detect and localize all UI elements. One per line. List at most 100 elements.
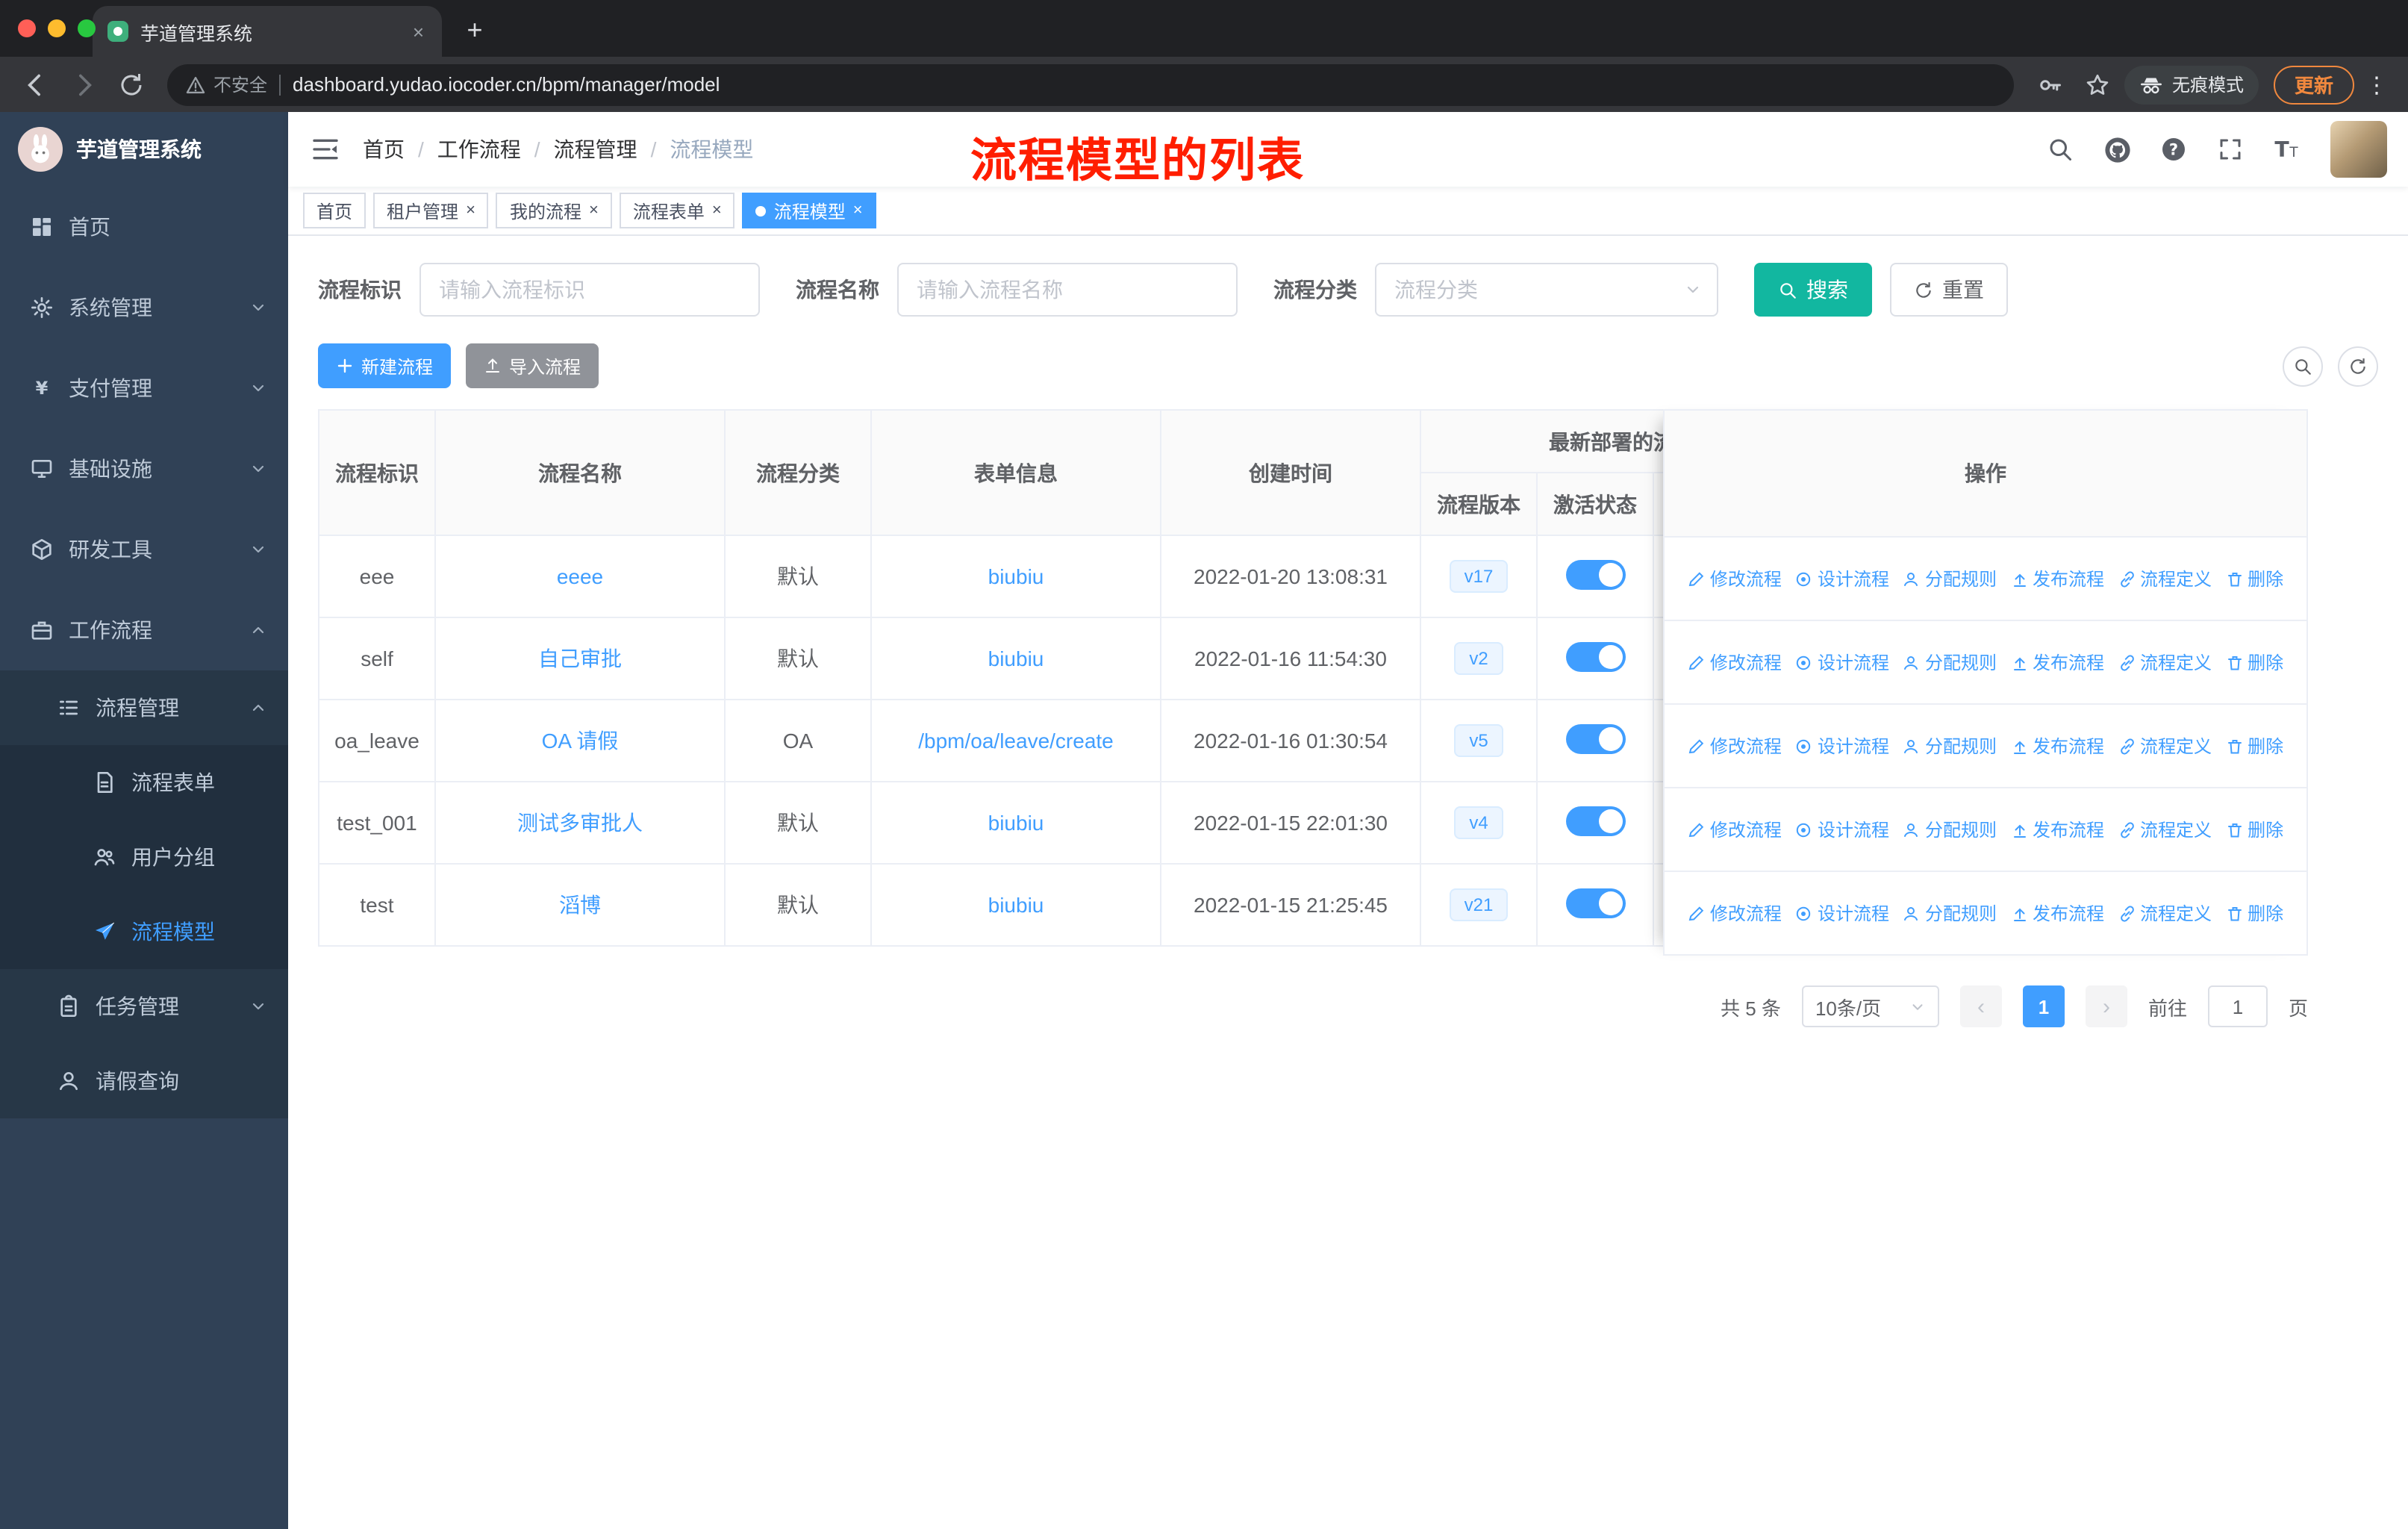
assign-rule-link[interactable]: 分配规则 — [1903, 733, 1997, 759]
reload-button[interactable] — [110, 63, 152, 105]
category-select[interactable]: 流程分类 — [1375, 263, 1718, 317]
avatar[interactable] — [2330, 121, 2387, 178]
form-info-link[interactable]: biubiu — [988, 893, 1044, 917]
bookmark-star-icon[interactable] — [2077, 63, 2118, 105]
model-name-link[interactable]: 测试多审批人 — [517, 811, 643, 835]
delete-link[interactable]: 删除 — [2225, 733, 2283, 759]
address-bar[interactable]: 不安全 dashboard.yudao.iocoder.cn/bpm/manag… — [167, 63, 2014, 105]
password-key-icon[interactable] — [2029, 63, 2071, 105]
sidebar-item-task-management[interactable]: 任务管理 — [0, 969, 288, 1044]
flow-definition-link[interactable]: 流程定义 — [2118, 566, 2212, 591]
sidebar-item-system[interactable]: 系统管理 — [0, 267, 288, 348]
delete-link[interactable]: 删除 — [2225, 650, 2283, 675]
design-flow-link[interactable]: 设计流程 — [1795, 650, 1889, 675]
page-size-select[interactable]: 10条/页 — [1801, 985, 1939, 1027]
help-icon[interactable] — [2151, 124, 2196, 175]
edit-flow-link[interactable]: 修改流程 — [1688, 817, 1782, 842]
toggle-search-button[interactable] — [2283, 346, 2323, 386]
sidebar-item-user-group[interactable]: 用户分组 — [0, 820, 288, 894]
tag-process-form[interactable]: 流程表单 × — [619, 193, 735, 228]
publish-flow-link[interactable]: 发布流程 — [2010, 566, 2104, 591]
tag-close-icon[interactable]: × — [712, 202, 722, 219]
new-tab-button[interactable]: + — [454, 9, 496, 51]
sidebar-item-leave-query[interactable]: 请假查询 — [0, 1044, 288, 1118]
delete-link[interactable]: 删除 — [2225, 566, 2283, 591]
design-flow-link[interactable]: 设计流程 — [1795, 817, 1889, 842]
current-page-button[interactable]: 1 — [2022, 985, 2065, 1027]
window-close-button[interactable] — [18, 19, 36, 37]
sidebar-item-payment[interactable]: 支付管理 — [0, 348, 288, 429]
assign-rule-link[interactable]: 分配规则 — [1903, 900, 1997, 926]
browser-tab[interactable]: 芋道管理系统 × — [93, 6, 442, 57]
breadcrumb-workflow[interactable]: 工作流程 — [437, 134, 521, 164]
process-key-input[interactable] — [419, 263, 760, 317]
publish-flow-link[interactable]: 发布流程 — [2010, 817, 2104, 842]
import-process-button[interactable]: 导入流程 — [466, 343, 599, 388]
create-process-button[interactable]: 新建流程 — [318, 343, 452, 388]
edit-flow-link[interactable]: 修改流程 — [1688, 733, 1782, 759]
forward-button[interactable] — [63, 63, 105, 105]
breadcrumb-home[interactable]: 首页 — [363, 134, 405, 164]
publish-flow-link[interactable]: 发布流程 — [2010, 650, 2104, 675]
back-button[interactable] — [15, 63, 57, 105]
assign-rule-link[interactable]: 分配规则 — [1903, 650, 1997, 675]
breadcrumb-process-management[interactable]: 流程管理 — [554, 134, 637, 164]
tag-close-icon[interactable]: × — [466, 202, 475, 219]
sidebar-fold-icon[interactable] — [288, 112, 363, 187]
font-size-icon[interactable] — [2265, 124, 2309, 175]
goto-page-input[interactable] — [2207, 985, 2268, 1027]
active-toggle[interactable] — [1565, 641, 1625, 671]
sidebar-item-process-form[interactable]: 流程表单 — [0, 745, 288, 820]
edit-flow-link[interactable]: 修改流程 — [1688, 650, 1782, 675]
form-info-link[interactable]: /bpm/oa/leave/create — [918, 729, 1114, 753]
version-badge[interactable]: v17 — [1449, 560, 1509, 593]
active-toggle[interactable] — [1565, 723, 1625, 753]
assign-rule-link[interactable]: 分配规则 — [1903, 817, 1997, 842]
process-name-input[interactable] — [897, 263, 1238, 317]
flow-definition-link[interactable]: 流程定义 — [2118, 817, 2212, 842]
design-flow-link[interactable]: 设计流程 — [1795, 733, 1889, 759]
form-info-link[interactable]: biubiu — [988, 564, 1044, 588]
form-info-link[interactable]: biubiu — [988, 811, 1044, 835]
sidebar-item-process-model[interactable]: 流程模型 — [0, 894, 288, 969]
sidebar-logo[interactable]: 芋道管理系统 — [0, 112, 288, 187]
search-icon[interactable] — [2038, 124, 2083, 175]
form-info-link[interactable]: biubiu — [988, 647, 1044, 670]
tag-home[interactable]: 首页 — [303, 193, 366, 228]
assign-rule-link[interactable]: 分配规则 — [1903, 566, 1997, 591]
sidebar-item-devtools[interactable]: 研发工具 — [0, 509, 288, 590]
sidebar-item-infrastructure[interactable]: 基础设施 — [0, 429, 288, 509]
model-name-link[interactable]: OA 请假 — [542, 729, 619, 753]
active-toggle[interactable] — [1565, 888, 1625, 918]
sidebar-item-workflow[interactable]: 工作流程 — [0, 590, 288, 670]
edit-flow-link[interactable]: 修改流程 — [1688, 566, 1782, 591]
reset-button[interactable]: 重置 — [1890, 263, 2008, 317]
window-maximize-button[interactable] — [78, 19, 96, 37]
browser-update-button[interactable]: 更新 — [2273, 65, 2354, 104]
github-icon[interactable] — [2094, 124, 2139, 175]
window-minimize-button[interactable] — [48, 19, 66, 37]
model-name-link[interactable]: 滔博 — [559, 893, 601, 917]
design-flow-link[interactable]: 设计流程 — [1795, 566, 1889, 591]
edit-flow-link[interactable]: 修改流程 — [1688, 900, 1782, 926]
browser-menu-icon[interactable]: ⋮ — [2360, 65, 2393, 104]
version-badge[interactable]: v5 — [1454, 724, 1503, 757]
flow-definition-link[interactable]: 流程定义 — [2118, 650, 2212, 675]
fullscreen-icon[interactable] — [2208, 124, 2253, 175]
delete-link[interactable]: 删除 — [2225, 900, 2283, 926]
model-name-link[interactable]: 自己审批 — [538, 647, 622, 670]
prev-page-button[interactable]: ‹ — [1959, 985, 2002, 1027]
active-toggle[interactable] — [1565, 806, 1625, 835]
next-page-button[interactable]: › — [2085, 985, 2127, 1027]
refresh-table-button[interactable] — [2338, 346, 2378, 386]
tag-close-icon[interactable]: × — [589, 202, 599, 219]
tag-close-icon[interactable]: × — [853, 202, 863, 219]
sidebar-item-process-management[interactable]: 流程管理 — [0, 670, 288, 745]
flow-definition-link[interactable]: 流程定义 — [2118, 900, 2212, 926]
version-badge[interactable]: v2 — [1454, 642, 1503, 675]
delete-link[interactable]: 删除 — [2225, 817, 2283, 842]
version-badge[interactable]: v4 — [1454, 806, 1503, 839]
tag-my-process[interactable]: 我的流程 × — [496, 193, 612, 228]
flow-definition-link[interactable]: 流程定义 — [2118, 733, 2212, 759]
security-status[interactable]: 不安全 — [185, 72, 267, 97]
